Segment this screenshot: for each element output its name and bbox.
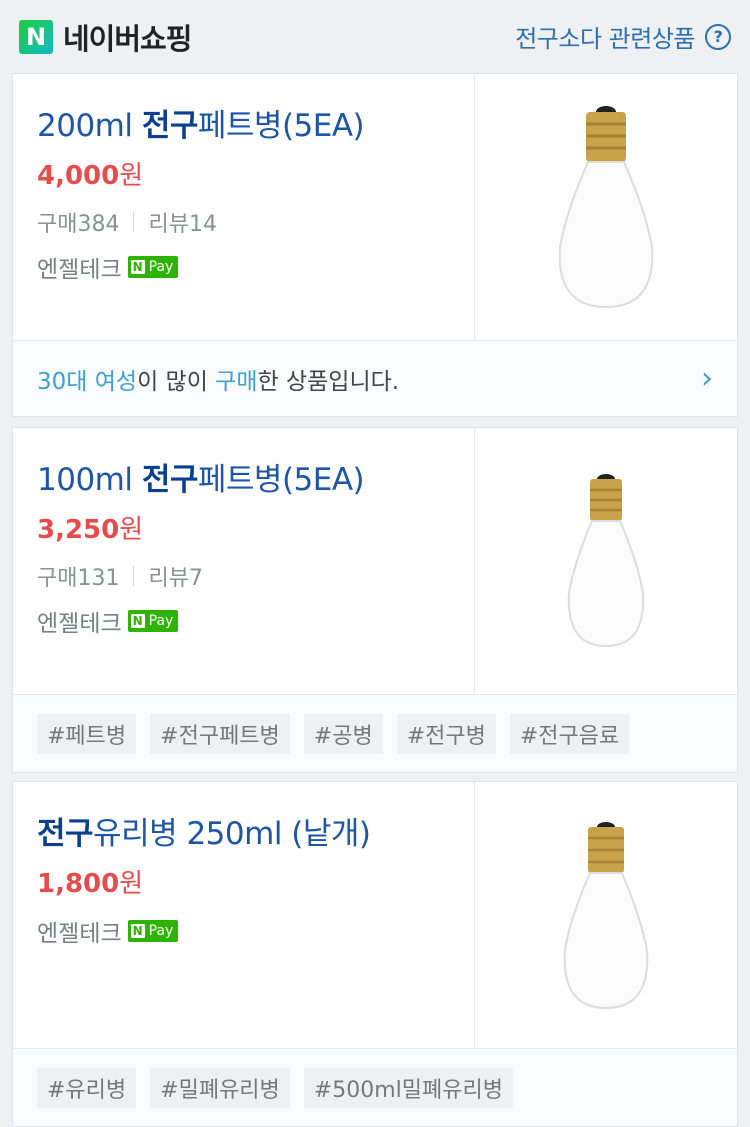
- bulb-bottle-image: [567, 474, 645, 648]
- brand-title: 네이버쇼핑: [63, 21, 192, 56]
- chevron-right-icon[interactable]: ›: [701, 361, 713, 396]
- title-text: 페트병(5EA): [197, 462, 365, 498]
- npay-n-icon: N: [130, 614, 145, 628]
- purchase-count: 구매384: [37, 212, 120, 237]
- price-value: 1,800: [37, 869, 120, 899]
- product-price: 1,800원: [37, 863, 474, 900]
- product-image[interactable]: [475, 428, 737, 694]
- npay-label: Pay: [148, 923, 174, 939]
- purchase-insight-row[interactable]: 30대 여성이 많이 구매한 상품입니다. ›: [13, 340, 737, 416]
- product-price: 4,000원: [37, 155, 474, 192]
- product-image[interactable]: [475, 74, 737, 340]
- product-price: 3,250원: [37, 509, 474, 546]
- related-products-link[interactable]: 전구소다 관련상품 ?: [515, 19, 731, 54]
- tag-chip[interactable]: #전구페트병: [150, 713, 290, 754]
- seller-name[interactable]: 엔젤테크: [37, 604, 122, 638]
- price-unit: 원: [119, 869, 144, 899]
- seller-name[interactable]: 엔젤테크: [37, 914, 122, 948]
- price-unit: 원: [119, 161, 144, 191]
- seller-name[interactable]: 엔젤테크: [37, 250, 122, 284]
- purchase-insight-text: 30대 여성이 많이 구매한 상품입니다.: [37, 362, 399, 396]
- insight-highlight: 30대 여성: [37, 368, 138, 395]
- npay-n-icon: N: [130, 924, 145, 938]
- price-value: 4,000: [37, 161, 120, 191]
- title-text: 페트병(5EA): [197, 108, 365, 144]
- purchase-count: 구매131: [37, 566, 120, 591]
- product-card[interactable]: 100ml 전구페트병(5EA) 3,250원 구매131 리뷰7 엔젤테크 N…: [12, 427, 738, 773]
- tag-list: #페트병 #전구페트병 #공병 #전구병 #전구음료: [13, 694, 737, 772]
- tag-chip[interactable]: #공병: [303, 713, 383, 754]
- tag-chip[interactable]: #전구음료: [509, 713, 630, 754]
- tag-chip[interactable]: #유리병: [37, 1067, 137, 1108]
- tag-chip[interactable]: #500ml밀폐유리병: [303, 1067, 513, 1108]
- title-text: 100ml: [37, 462, 142, 498]
- npay-label: Pay: [148, 259, 174, 275]
- product-stats: 구매131 리뷰7: [37, 560, 474, 592]
- divider: [133, 212, 135, 232]
- title-text: 200ml: [37, 108, 142, 144]
- price-unit: 원: [119, 515, 144, 545]
- npay-badge: N Pay: [127, 610, 179, 632]
- related-products-label: 전구소다 관련상품: [515, 25, 695, 53]
- brand[interactable]: N 네이버쇼핑: [19, 16, 192, 58]
- title-text: 유리병 250ml (낱개): [93, 816, 371, 852]
- bulb-bottle-image: [558, 106, 654, 309]
- title-keyword: 전구: [37, 816, 94, 852]
- seller-row: 엔젤테크 N Pay: [37, 914, 474, 948]
- product-card[interactable]: 200ml 전구페트병(5EA) 4,000원 구매384 리뷰14 엔젤테크 …: [12, 73, 738, 417]
- insight-highlight: 구매: [215, 368, 258, 395]
- review-count[interactable]: 리뷰7: [148, 560, 202, 592]
- title-keyword: 전구: [141, 462, 199, 498]
- product-card[interactable]: 전구유리병 250ml (낱개) 1,800원 엔젤테크 N Pay #유리병 #…: [12, 781, 738, 1127]
- seller-row: 엔젤테크 N Pay: [37, 250, 474, 284]
- divider: [133, 566, 135, 586]
- naver-logo-icon: N: [19, 19, 53, 54]
- product-image[interactable]: [475, 782, 737, 1048]
- price-value: 3,250: [37, 515, 120, 545]
- help-circle-icon[interactable]: ?: [705, 23, 731, 50]
- npay-badge: N Pay: [127, 256, 179, 278]
- tag-chip[interactable]: #전구병: [396, 713, 496, 754]
- product-stats: 구매384 리뷰14: [37, 206, 474, 238]
- product-title[interactable]: 전구유리병 250ml (낱개): [37, 808, 474, 853]
- npay-badge: N Pay: [127, 920, 179, 942]
- tag-chip[interactable]: #페트병: [37, 713, 137, 754]
- product-title[interactable]: 100ml 전구페트병(5EA): [37, 454, 474, 499]
- insight-text: 이 많이: [137, 368, 216, 395]
- npay-n-icon: N: [130, 260, 145, 274]
- title-keyword: 전구: [141, 108, 199, 144]
- npay-label: Pay: [148, 613, 174, 629]
- insight-text: 한 상품입니다.: [257, 368, 400, 395]
- seller-row: 엔젤테크 N Pay: [37, 604, 474, 638]
- review-count[interactable]: 리뷰14: [148, 206, 216, 238]
- tag-chip[interactable]: #밀폐유리병: [150, 1067, 290, 1108]
- product-title[interactable]: 200ml 전구페트병(5EA): [37, 100, 474, 145]
- shopping-header: N 네이버쇼핑 전구소다 관련상품 ?: [0, 0, 750, 73]
- tag-list: #유리병 #밀폐유리병 #500ml밀폐유리병: [13, 1048, 737, 1126]
- bulb-bottle-image: [563, 821, 649, 1009]
